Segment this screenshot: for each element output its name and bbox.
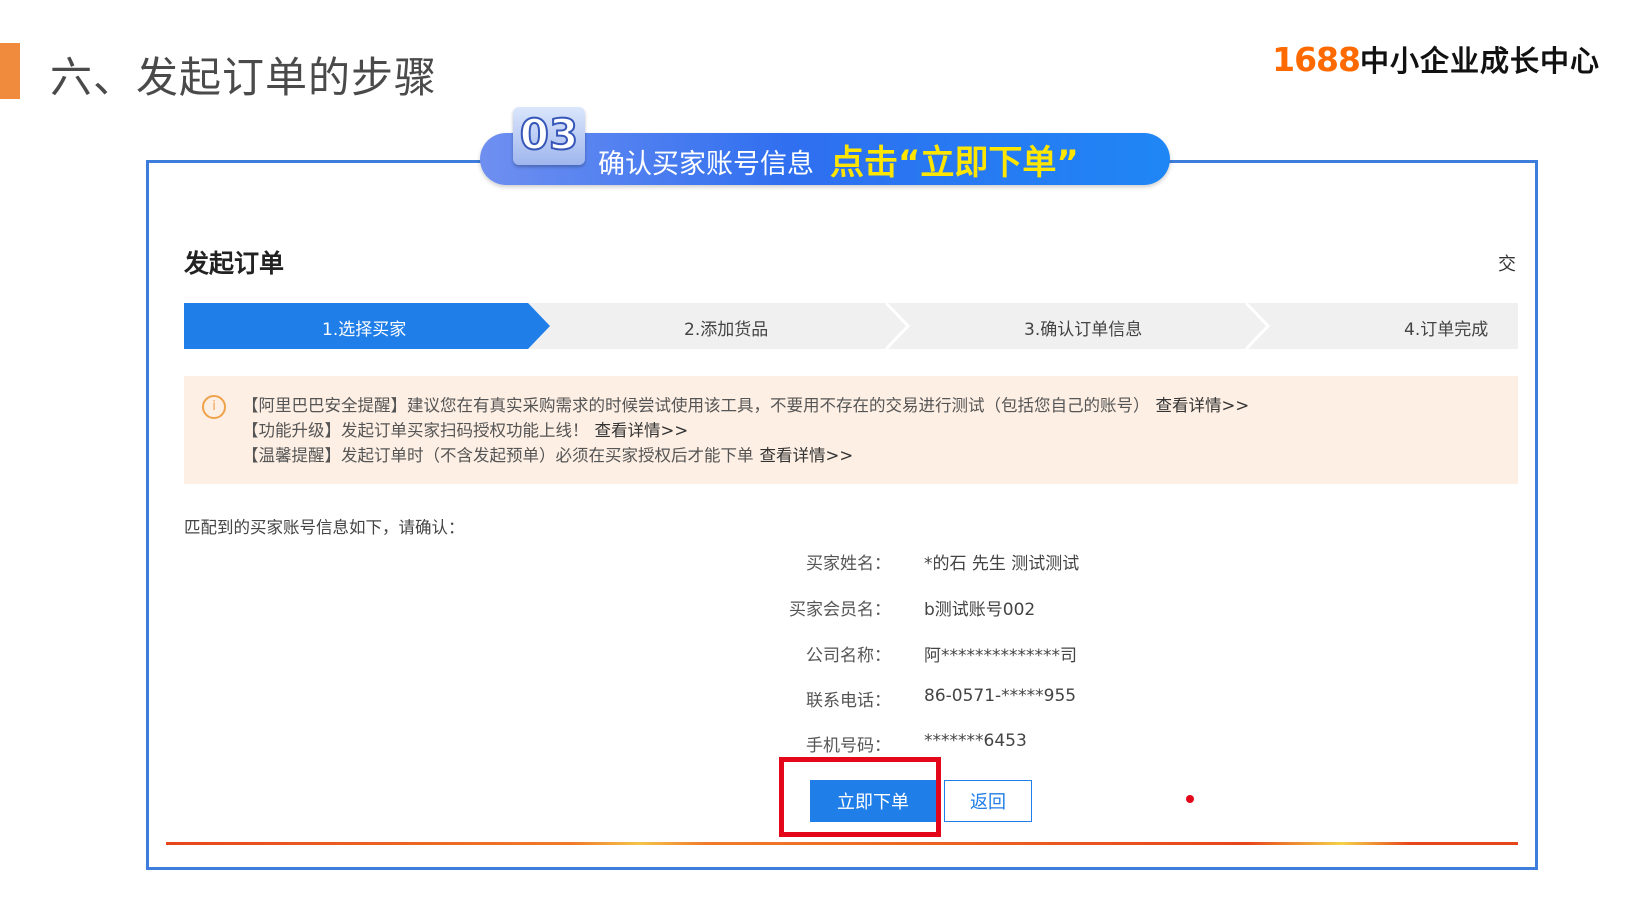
match-intro: 匹配到的买家账号信息如下，请确认： xyxy=(184,518,465,537)
mobile-label: 手机号码： xyxy=(806,736,891,756)
red-dot-marker xyxy=(1186,795,1194,803)
brand-text: 中小企业成长中心 xyxy=(1359,44,1600,78)
alert-detail-link[interactable]: 查看详情>> xyxy=(595,421,689,440)
mobile-value: *******6453 xyxy=(924,731,1027,751)
step-1-label: 1.选择买家 xyxy=(322,320,407,340)
brand-logo: 1688中小企业成长中心 xyxy=(1272,38,1600,80)
brand-number: 1688 xyxy=(1272,40,1361,79)
company-name-label: 公司名称： xyxy=(806,646,891,666)
alert-line-2: 【功能升级】发起订单买家扫码授权功能上线！ 查看详情>> xyxy=(242,417,688,441)
alert-line-3: 【温馨提醒】发起订单时（不含发起预单）必须在买家授权后才能下单 查看详情>> xyxy=(242,442,853,466)
place-order-button[interactable]: 立即下单 xyxy=(810,780,936,822)
progress-steps: 1.选择买家 2.添加货品 3.确认订单信息 4.订单完成 xyxy=(184,303,1518,349)
alert-text: 【阿里巴巴安全提醒】建议您在有真实采购需求的时候尝试使用该工具，不要用不存在的交… xyxy=(242,396,1150,415)
alert-text: 【温馨提醒】发起订单时（不含发起预单）必须在买家授权后才能下单 xyxy=(242,446,754,465)
info-circle-icon: i xyxy=(202,395,226,419)
company-name-value: 阿**************司 xyxy=(924,646,1077,666)
member-name-value: b测试账号002 xyxy=(924,600,1036,620)
member-name-label: 买家会员名： xyxy=(789,600,891,620)
slide-title: 六、发起订单的步骤 xyxy=(50,53,438,102)
step-separator xyxy=(884,303,910,349)
alert-text: 【功能升级】发起订单买家扫码授权功能上线！ xyxy=(242,421,589,440)
step-separator xyxy=(1244,303,1270,349)
alert-line-1: 【阿里巴巴安全提醒】建议您在有真实采购需求的时候尝试使用该工具，不要用不存在的交… xyxy=(242,392,1249,416)
alert-detail-link[interactable]: 查看详情>> xyxy=(1156,396,1250,415)
form-title: 发起订单 xyxy=(184,249,285,278)
buyer-name-value: *的石 先生 测试测试 xyxy=(924,554,1080,574)
step-instruction: 确认买家账号信息 xyxy=(598,149,814,180)
phone-value: 86-0571-*****955 xyxy=(924,686,1077,706)
step-number-badge: 03 xyxy=(513,107,585,165)
decorative-red-line xyxy=(166,842,1518,845)
back-button[interactable]: 返回 xyxy=(944,780,1032,822)
slide-accent-bar xyxy=(0,43,20,99)
step-4-label: 4.订单完成 xyxy=(1404,320,1489,340)
step-cta: 点击“立即下单” xyxy=(830,143,1079,183)
step-2-label: 2.添加货品 xyxy=(684,320,769,340)
alert-detail-link[interactable]: 查看详情>> xyxy=(760,446,854,465)
step-3-label: 3.确认订单信息 xyxy=(1024,320,1143,340)
phone-label: 联系电话： xyxy=(806,691,891,711)
alert-box: i 【阿里巴巴安全提醒】建议您在有真实采购需求的时候尝试使用该工具，不要用不存在… xyxy=(184,376,1518,484)
buyer-name-label: 买家姓名： xyxy=(806,554,891,574)
form-corner-text: 交 xyxy=(1498,254,1516,275)
